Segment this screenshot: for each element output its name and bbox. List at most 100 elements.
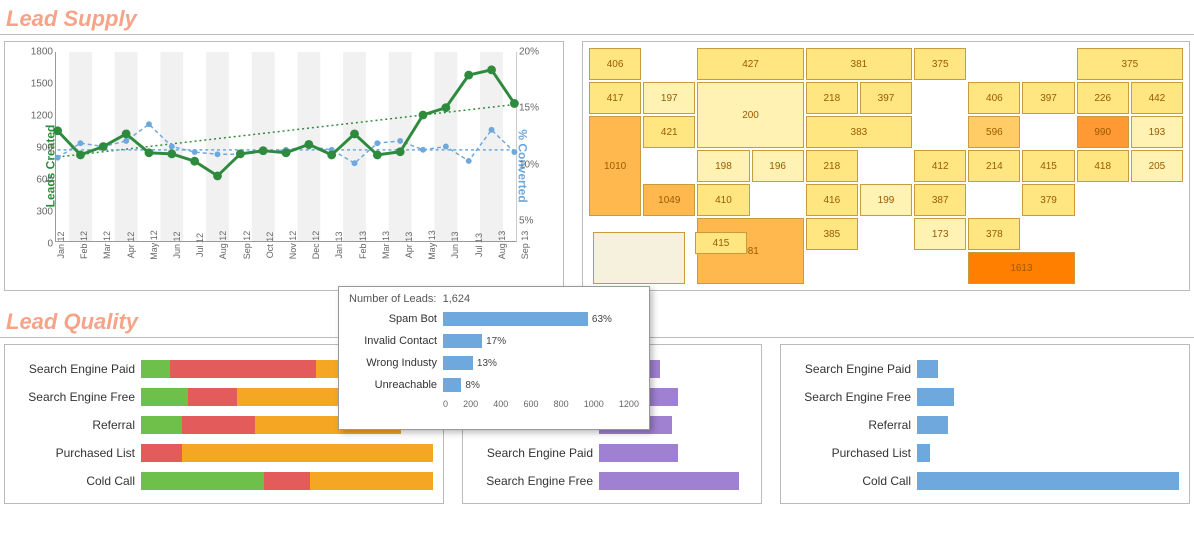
bar-segment xyxy=(182,416,255,434)
state-cell[interactable]: 416 xyxy=(806,184,858,216)
state-cell[interactable]: 417 xyxy=(589,82,641,114)
state-cell[interactable]: 200 xyxy=(697,82,803,148)
bar-track[interactable] xyxy=(141,444,433,462)
state-cell[interactable]: 1049 xyxy=(643,184,695,216)
bar-track[interactable] xyxy=(141,472,433,490)
state-cell[interactable]: 193 xyxy=(1131,116,1183,148)
state-cell[interactable]: 378 xyxy=(968,218,1020,250)
state-cell[interactable]: 406 xyxy=(589,48,641,80)
bar-segment xyxy=(599,444,678,462)
drilldown-tooltip: Number of Leads: 1,624 Spam Bot 63% Invali… xyxy=(338,286,650,430)
state-cell[interactable]: 214 xyxy=(968,150,1020,182)
bar-segment xyxy=(170,360,316,378)
tooltip-row-label: Spam Bot xyxy=(349,313,443,325)
bar-label: Referral xyxy=(5,418,141,432)
bar-track[interactable] xyxy=(917,416,1179,434)
bar-track[interactable] xyxy=(917,388,1179,406)
tooltip-pct: 13% xyxy=(473,358,497,369)
state-cell[interactable]: 218 xyxy=(806,82,858,114)
tooltip-pct: 63% xyxy=(588,314,612,325)
bar-track[interactable] xyxy=(599,472,751,490)
x-tick: Apr 13 xyxy=(404,232,414,259)
bar-label: Cold Call xyxy=(5,474,141,488)
y-tick-right: 10% xyxy=(516,159,539,170)
tooltip-pct: 8% xyxy=(461,380,479,391)
bar-label: Search Engine Paid xyxy=(781,362,917,376)
state-cell[interactable]: 412 xyxy=(914,150,966,182)
state-cell[interactable]: 415 xyxy=(1022,150,1074,182)
x-tick: Sep 13 xyxy=(520,231,530,260)
tooltip-title-value: 1,624 xyxy=(443,293,471,305)
state-cell[interactable]: 442 xyxy=(1131,82,1183,114)
state-cell[interactable]: 1613 xyxy=(968,252,1074,284)
x-tick: Oct 12 xyxy=(265,232,275,259)
tooltip-bar xyxy=(443,356,473,370)
state-cell[interactable]: 197 xyxy=(643,82,695,114)
tooltip-axis-tick: 800 xyxy=(554,399,569,409)
bar-row: Purchased List xyxy=(5,441,433,465)
state-cell[interactable]: 375 xyxy=(1077,48,1183,80)
bar-row: Cold Call xyxy=(781,469,1179,493)
state-cell[interactable]: 990 xyxy=(1077,116,1129,148)
state-cell[interactable]: 410 xyxy=(697,184,749,216)
state-cell[interactable]: 385 xyxy=(806,218,858,250)
x-tick: Aug 12 xyxy=(218,231,228,260)
state-cell[interactable]: 397 xyxy=(860,82,912,114)
state-cell[interactable]: 406 xyxy=(968,82,1020,114)
bar-segment xyxy=(599,472,739,490)
bar-row: Referral xyxy=(781,413,1179,437)
y-tick-right: 20% xyxy=(516,47,539,58)
state-cell[interactable]: 381 xyxy=(806,48,912,80)
bar-label: Search Engine Free xyxy=(781,390,917,404)
state-cell[interactable]: 427 xyxy=(697,48,803,80)
bar-row: Search Engine Paid xyxy=(463,441,751,465)
y-tick: 1500 xyxy=(31,79,56,90)
us-map-chart[interactable]: 4064273813753754171972002183974063972264… xyxy=(582,41,1190,291)
state-cell[interactable]: 199 xyxy=(860,184,912,216)
tooltip-row: Unreachable8% xyxy=(349,377,639,393)
bar-track[interactable] xyxy=(599,444,751,462)
bar-label: Cold Call xyxy=(781,474,917,488)
tooltip-row-label: Invalid Contact xyxy=(349,335,443,347)
bar-segment xyxy=(141,416,182,434)
tooltip-row-label: Wrong Industy xyxy=(349,357,443,369)
state-cell[interactable]: 596 xyxy=(968,116,1020,148)
state-cell[interactable]: 196 xyxy=(752,150,804,182)
x-tick: Nov 12 xyxy=(288,231,298,260)
bar-track[interactable] xyxy=(917,360,1179,378)
state-cell[interactable]: 205 xyxy=(1131,150,1183,182)
state-cell[interactable]: 383 xyxy=(806,116,912,148)
state-cell[interactable]: 218 xyxy=(806,150,858,182)
bar-track[interactable] xyxy=(917,472,1179,490)
bar-segment xyxy=(188,388,238,406)
x-tick: Jul 12 xyxy=(195,233,205,257)
state-hawaii: 415 xyxy=(695,232,747,254)
quality-blue-chart[interactable]: Search Engine Paid Search Engine Free Refe… xyxy=(780,344,1190,504)
bar-track[interactable] xyxy=(917,444,1179,462)
state-cell[interactable]: 173 xyxy=(914,218,966,250)
divider xyxy=(0,34,1194,35)
state-cell[interactable]: 226 xyxy=(1077,82,1129,114)
tooltip-bar xyxy=(443,312,588,326)
state-cell[interactable]: 387 xyxy=(914,184,966,216)
state-cell[interactable]: 375 xyxy=(914,48,966,80)
y-tick: 1800 xyxy=(31,47,56,58)
state-cell[interactable]: 421 xyxy=(643,116,695,148)
y-tick: 600 xyxy=(36,175,56,186)
state-cell[interactable]: 198 xyxy=(697,150,749,182)
y-tick: 900 xyxy=(36,143,56,154)
x-tick: May 12 xyxy=(149,230,159,260)
state-cell[interactable]: 379 xyxy=(1022,184,1074,216)
supply-line-chart[interactable]: Leads Created % Converted 03006009001200… xyxy=(4,41,564,291)
bar-label: Search Engine Free xyxy=(5,390,141,404)
x-tick: Sep 12 xyxy=(242,231,252,260)
state-cell[interactable]: 397 xyxy=(1022,82,1074,114)
bar-segment xyxy=(237,388,354,406)
tooltip-title-label: Number of Leads: xyxy=(349,293,436,305)
bar-segment xyxy=(141,388,188,406)
bar-row: Search Engine Free xyxy=(463,469,751,493)
state-cell[interactable]: 1010 xyxy=(589,116,641,216)
y-tick: 1200 xyxy=(31,111,56,122)
state-cell[interactable]: 418 xyxy=(1077,150,1129,182)
bar-label: Search Engine Free xyxy=(463,474,599,488)
